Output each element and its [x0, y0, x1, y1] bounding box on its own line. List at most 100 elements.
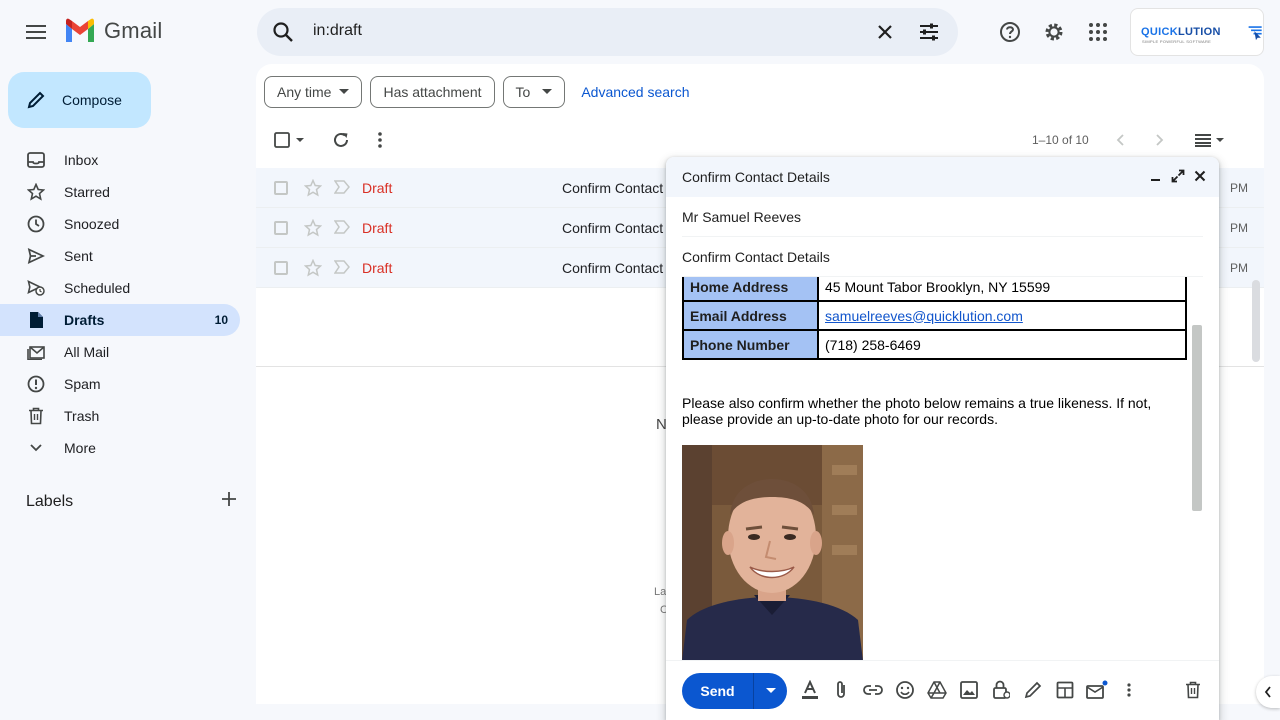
row-subject: Confirm Contact [562, 220, 664, 236]
table-row: Phone Number (718) 258-6469 [682, 329, 1187, 360]
emoji-icon[interactable] [894, 679, 916, 701]
discard-draft-icon[interactable] [1182, 679, 1204, 701]
sidebar-item-starred[interactable]: Starred [0, 176, 240, 208]
message-body[interactable]: Home Address 45 Mount Tabor Brooklyn, NY… [682, 277, 1192, 660]
sidebar-item-all-mail[interactable]: All Mail [0, 336, 240, 368]
labels-heading: Labels [26, 492, 74, 510]
subject-field[interactable]: Confirm Contact Details [682, 237, 1203, 277]
star-icon[interactable] [303, 258, 323, 280]
sidebar-item-label: Spam [64, 376, 101, 392]
refresh-icon[interactable] [332, 128, 350, 152]
settings-gear-icon[interactable] [1038, 16, 1070, 48]
compose-title: Confirm Contact Details [682, 169, 830, 185]
labels-section: Labels [26, 492, 236, 511]
list-scrollbar[interactable] [1252, 280, 1260, 362]
expand-icon[interactable] [1171, 169, 1185, 186]
any-time-filter[interactable]: Any time [264, 76, 363, 108]
more-options-icon[interactable] [1118, 679, 1140, 701]
apps-grid-icon[interactable] [1082, 16, 1114, 48]
clear-search-icon[interactable] [873, 20, 897, 49]
help-icon[interactable] [994, 16, 1026, 48]
star-icon[interactable] [303, 218, 323, 240]
confidential-mode-icon[interactable] [990, 679, 1012, 701]
sidebar-item-label: Scheduled [64, 280, 131, 296]
email-link[interactable]: samuelreeves@quicklution.com [825, 308, 1023, 324]
older-page-icon[interactable] [1156, 128, 1164, 152]
chip-label: To [515, 84, 531, 100]
search-input[interactable]: in:draft [313, 22, 362, 40]
minimize-icon[interactable] [1149, 169, 1163, 186]
star-icon [26, 182, 46, 202]
list-toolbar: 1–10 of 10 [256, 124, 1264, 156]
row-checkbox[interactable] [274, 221, 288, 235]
compose-scrollbar[interactable] [1192, 325, 1202, 511]
to-field[interactable]: Mr Samuel Reeves [682, 197, 1203, 237]
dropdown-arrow-icon [542, 89, 553, 94]
sidebar-item-trash[interactable]: Trash [0, 400, 240, 432]
account-button[interactable]: QUICKLUTION SIMPLE POWERFUL SOFTWARE [1130, 8, 1264, 56]
advanced-search-link[interactable]: Advanced search [581, 84, 689, 100]
chip-label: Has attachment [383, 84, 482, 100]
important-marker-icon[interactable] [333, 260, 350, 277]
more-actions-icon[interactable] [378, 128, 382, 152]
sidebar-item-sent[interactable]: Sent [0, 240, 240, 272]
insert-photo-icon[interactable] [958, 679, 980, 701]
draft-status: Draft [362, 260, 393, 276]
search-bar[interactable]: in:draft [257, 8, 958, 56]
close-icon[interactable] [1193, 169, 1207, 186]
search-options-icon[interactable] [917, 20, 941, 49]
spam-icon [26, 374, 46, 394]
compose-window-controls [1149, 169, 1207, 186]
sidebar-item-snoozed[interactable]: Snoozed [0, 208, 240, 240]
important-marker-icon[interactable] [333, 180, 350, 197]
draft-status: Draft [362, 220, 393, 236]
main-menu-icon[interactable] [20, 16, 52, 48]
signature-icon[interactable] [1022, 679, 1044, 701]
has-attachment-filter[interactable]: Has attachment [370, 76, 495, 108]
search-filters: Any time Has attachment To Advanced sear… [264, 76, 690, 108]
density-toggle-icon[interactable] [1194, 128, 1224, 152]
contact-details-table: Home Address 45 Mount Tabor Brooklyn, NY… [682, 277, 1187, 360]
sidebar-item-more[interactable]: More [0, 432, 240, 464]
table-key: Home Address [682, 277, 819, 302]
drafts-count-badge: 10 [214, 313, 228, 327]
formatting-options-icon[interactable] [799, 679, 821, 701]
send-options-icon[interactable] [754, 688, 787, 694]
recipient: Mr Samuel Reeves [682, 208, 802, 225]
send-button[interactable]: Send [682, 683, 753, 699]
sidebar-item-label: Trash [64, 408, 100, 424]
table-key: Phone Number [682, 329, 819, 360]
row-checkbox[interactable] [274, 181, 288, 195]
table-key: Email Address [682, 300, 819, 331]
select-all-checkbox[interactable] [274, 128, 304, 152]
attach-file-icon[interactable] [830, 679, 852, 701]
sidebar-item-drafts[interactable]: Drafts 10 [0, 304, 240, 336]
sidebar-item-scheduled[interactable]: Scheduled [0, 272, 240, 304]
layouts-icon[interactable] [1054, 679, 1076, 701]
compose-button[interactable]: Compose [8, 72, 151, 128]
sidebar-item-inbox[interactable]: Inbox [0, 144, 240, 176]
compose-footer: Send [666, 660, 1219, 720]
sidebar-item-label: Drafts [64, 312, 105, 328]
important-marker-icon[interactable] [333, 220, 350, 237]
sidebar-item-spam[interactable]: Spam [0, 368, 240, 400]
star-icon[interactable] [303, 178, 323, 200]
gmail-logo[interactable]: Gmail [64, 18, 162, 44]
set-up-mail-merge-icon[interactable] [1086, 679, 1108, 701]
compose-header[interactable]: Confirm Contact Details [666, 157, 1219, 197]
add-label-icon[interactable] [222, 492, 236, 511]
newer-page-icon[interactable] [1116, 128, 1124, 152]
inbox-icon [26, 150, 46, 170]
search-icon[interactable] [271, 20, 295, 49]
draft-icon [26, 310, 46, 330]
table-value: 45 Mount Tabor Brooklyn, NY 15599 [817, 277, 1187, 302]
scheduled-icon [26, 278, 46, 298]
row-checkbox[interactable] [274, 261, 288, 275]
sidebar-item-label: All Mail [64, 344, 110, 360]
to-filter[interactable]: To [502, 76, 566, 108]
table-value: (718) 258-6469 [817, 329, 1187, 360]
google-drive-icon[interactable] [926, 679, 948, 701]
portrait-photo[interactable] [682, 445, 863, 660]
side-panel-toggle-icon[interactable] [1256, 676, 1280, 708]
insert-link-icon[interactable] [862, 679, 884, 701]
